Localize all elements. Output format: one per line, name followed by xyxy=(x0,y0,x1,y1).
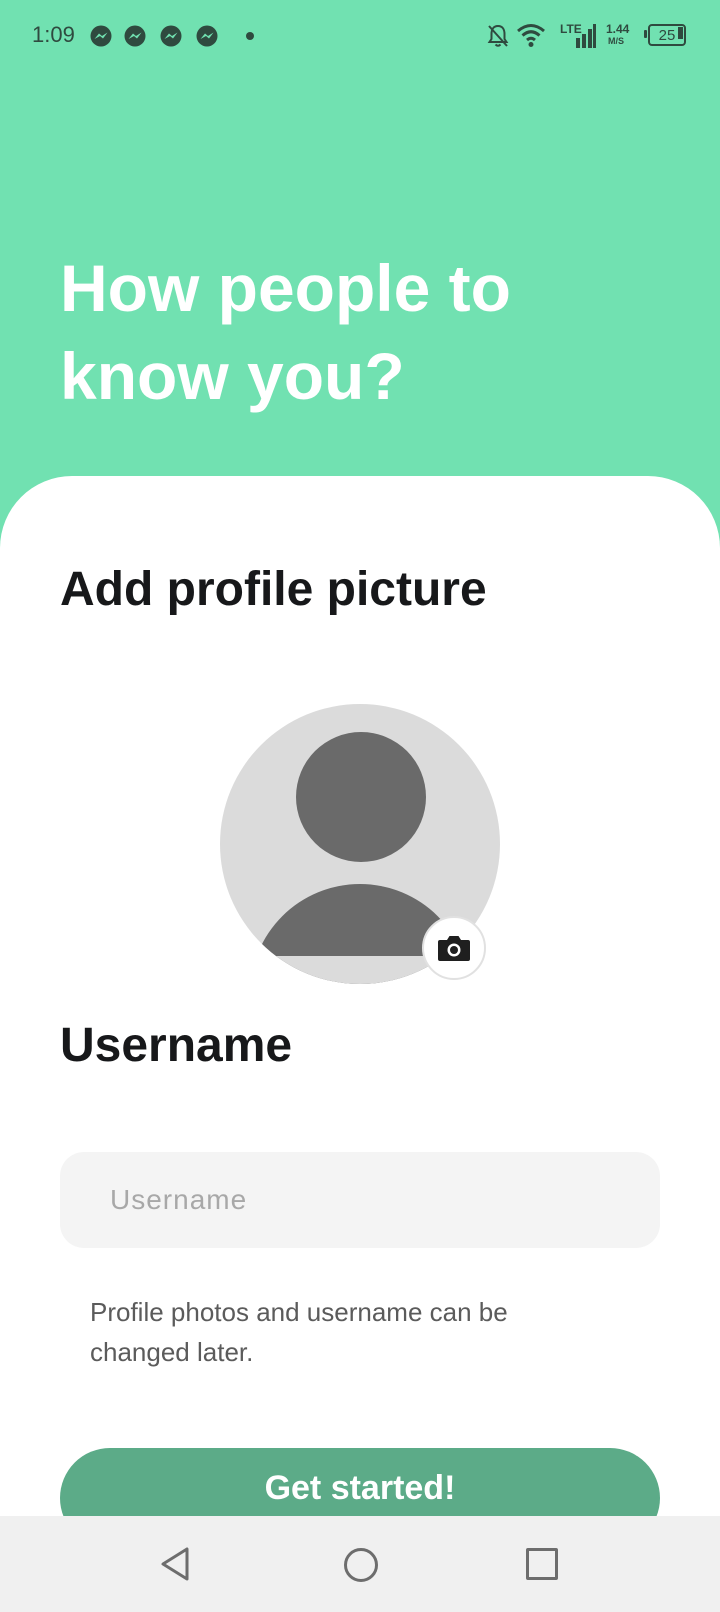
messenger-icon xyxy=(124,25,146,47)
battery-level: 25 xyxy=(658,26,676,44)
wifi-icon xyxy=(517,24,545,47)
navigation-bar xyxy=(0,1516,720,1612)
status-time: 1:09 xyxy=(32,22,75,47)
username-heading: Username xyxy=(60,1019,293,1072)
back-triangle-icon[interactable] xyxy=(160,1546,192,1582)
camera-button[interactable] xyxy=(422,916,486,980)
battery-icon: 25 xyxy=(644,24,686,46)
bell-muted-icon xyxy=(487,24,509,47)
messenger-icon xyxy=(90,25,112,47)
recents-square-icon[interactable] xyxy=(526,1548,558,1580)
home-circle-icon[interactable] xyxy=(344,1548,378,1582)
network-speed-value: 1.44 xyxy=(606,22,630,36)
profile-picture-heading: Add profile picture xyxy=(60,563,487,616)
camera-icon xyxy=(438,936,470,961)
messenger-icon xyxy=(160,25,182,47)
person-icon xyxy=(296,732,426,862)
status-bar: 1:09 LTE 1.44 M/S 25 xyxy=(0,0,720,72)
more-notifications-dot-icon xyxy=(246,32,254,40)
page-title: How people to know you? xyxy=(60,251,511,413)
username-input[interactable] xyxy=(60,1152,660,1248)
messenger-icon xyxy=(196,25,218,47)
signal-icon xyxy=(576,24,596,48)
network-speed-unit: M/S xyxy=(608,36,625,46)
helper-text: Profile photos and username can be chang… xyxy=(90,1297,508,1367)
